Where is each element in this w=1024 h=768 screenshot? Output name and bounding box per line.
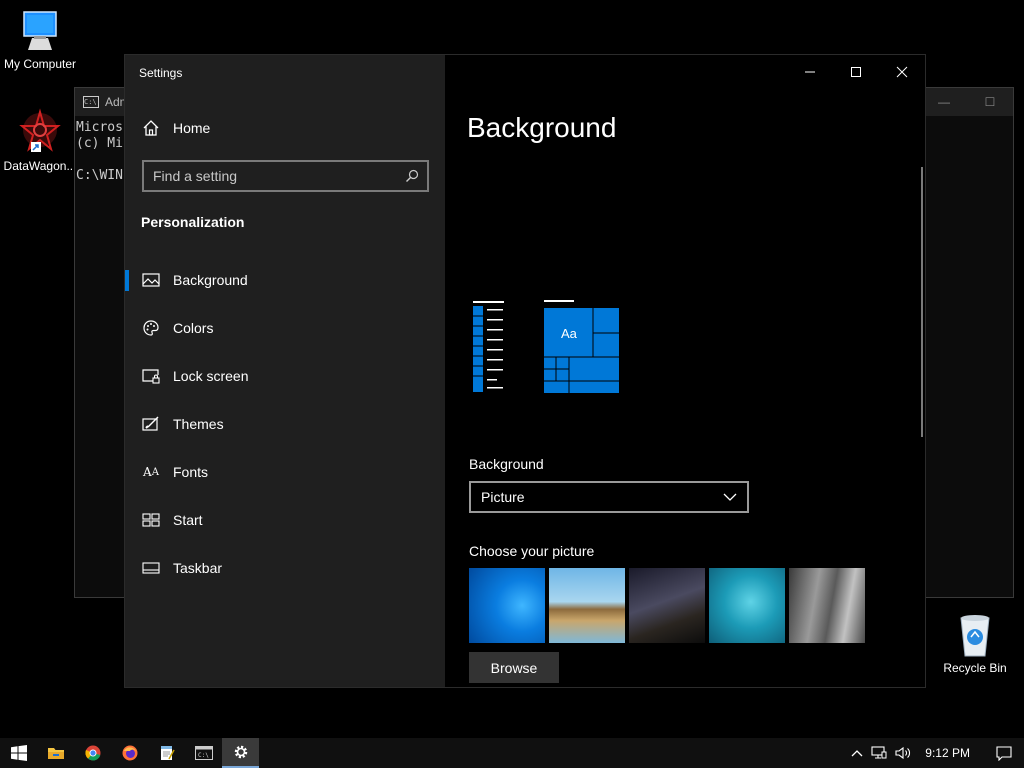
datawagon-logo-icon [19, 108, 61, 152]
desktop-icon-label: Recycle Bin [943, 661, 1007, 675]
action-center-button[interactable] [984, 738, 1024, 768]
svg-text:C:\: C:\ [198, 752, 209, 759]
notepad-icon [160, 746, 175, 760]
taskbar-chrome[interactable] [74, 738, 111, 768]
nav-lock-screen[interactable]: Lock screen [125, 356, 445, 396]
settings-content: Background Aa Background Picture Choose … [445, 55, 925, 687]
clock[interactable]: 9:12 PM [915, 738, 984, 768]
picture-thumbnails [469, 568, 865, 643]
nav-background[interactable]: Background [125, 260, 445, 300]
picture-thumbnail-windows[interactable] [469, 568, 545, 643]
maximize-button[interactable] [833, 55, 879, 89]
nav-item-label: Lock screen [173, 368, 249, 384]
close-button[interactable] [879, 55, 925, 89]
notification-icon [996, 746, 1012, 761]
background-dropdown-value: Picture [481, 489, 525, 505]
system-tray: 9:12 PM [847, 738, 1024, 768]
start-icon [10, 745, 27, 761]
themes-icon [141, 414, 161, 434]
search-icon[interactable] [397, 169, 427, 183]
minimize-icon [805, 71, 815, 73]
nav-home[interactable]: Home [125, 108, 445, 148]
palette-icon [141, 318, 161, 338]
chevron-down-icon [723, 493, 737, 501]
desktop-icon-my-computer[interactable]: My Computer [0, 8, 80, 71]
minimize-button[interactable] [787, 55, 833, 89]
choose-picture-label: Choose your picture [469, 543, 595, 559]
chevron-up-icon [851, 750, 863, 757]
taskbar: C:\ 9:12 PM [0, 738, 1024, 768]
desktop: My Computer DataWagon... Recycle Bin C:\… [0, 0, 1024, 728]
start-button[interactable] [0, 738, 37, 768]
computer-icon [23, 11, 57, 50]
recycle-bin-icon [960, 615, 990, 657]
picture-icon [141, 270, 161, 290]
taskbar-file-explorer[interactable] [37, 738, 74, 768]
active-indicator [125, 270, 129, 291]
fonts-icon: AA [143, 465, 159, 479]
lock-screen-icon [141, 366, 161, 386]
taskbar-cmd[interactable]: C:\ [185, 738, 222, 768]
nav-item-label: Background [173, 272, 248, 288]
nav-fonts[interactable]: AA Fonts [125, 452, 445, 492]
settings-sidebar: Settings Home Personalization Back [125, 55, 445, 687]
picture-thumbnail-beach[interactable] [549, 568, 625, 643]
start-tiles-icon [141, 510, 161, 530]
background-dropdown[interactable]: Picture [469, 481, 749, 513]
network-button[interactable] [867, 738, 891, 768]
nav-item-label: Fonts [173, 464, 209, 480]
cmd-minimize-icon[interactable]: — [921, 88, 967, 116]
picture-thumbnail-night-sky[interactable] [629, 568, 705, 643]
nav-item-label: Start [173, 512, 203, 528]
nav-item-label: Themes [173, 416, 224, 432]
nav-themes[interactable]: Themes [125, 404, 445, 444]
browse-button[interactable]: Browse [469, 652, 559, 683]
maximize-icon [851, 67, 861, 77]
desktop-icon-recycle-bin[interactable]: Recycle Bin [935, 612, 1015, 675]
home-icon [141, 118, 161, 138]
cmd-icon: C:\ [83, 96, 99, 108]
show-hidden-icons-button[interactable] [847, 738, 867, 768]
background-label: Background [469, 456, 544, 472]
firefox-icon [122, 745, 137, 761]
desktop-icon-label: My Computer [3, 57, 77, 71]
chrome-icon [84, 745, 100, 761]
network-icon [871, 746, 887, 759]
taskbar-firefox[interactable] [111, 738, 148, 768]
file-explorer-icon [47, 748, 64, 759]
settings-icon [234, 745, 247, 759]
nav-item-label: Taskbar [173, 560, 223, 576]
page-title: Background [467, 112, 617, 143]
nav-taskbar[interactable]: Taskbar [125, 548, 445, 588]
app-title: Settings [139, 66, 183, 80]
picture-thumbnail-rock[interactable] [789, 568, 865, 643]
preview-tile-text: Aa [561, 326, 577, 341]
picture-thumbnail-underwater[interactable] [709, 568, 785, 643]
cmd-icon: C:\ [194, 746, 213, 760]
taskbar-notepad[interactable] [148, 738, 185, 768]
search-input[interactable] [144, 168, 397, 184]
speaker-icon [895, 746, 911, 760]
section-heading: Personalization [141, 214, 245, 230]
taskbar-settings[interactable] [222, 738, 259, 768]
taskbar-icon [141, 558, 161, 578]
nav-home-label: Home [173, 120, 211, 136]
desktop-icon-label: DataWagon... [3, 159, 77, 173]
desktop-icon-datawagon[interactable]: DataWagon... [0, 108, 80, 173]
nav-start[interactable]: Start [125, 500, 445, 540]
close-icon [896, 66, 908, 78]
scrollbar[interactable] [921, 167, 923, 437]
nav-colors[interactable]: Colors [125, 308, 445, 348]
cmd-maximize-icon[interactable]: ☐ [967, 88, 1013, 116]
nav-item-label: Colors [173, 320, 214, 336]
background-preview [473, 300, 619, 393]
search-box[interactable] [142, 160, 429, 192]
settings-window[interactable]: Settings Home Personalization Back [124, 54, 926, 688]
volume-button[interactable] [891, 738, 915, 768]
